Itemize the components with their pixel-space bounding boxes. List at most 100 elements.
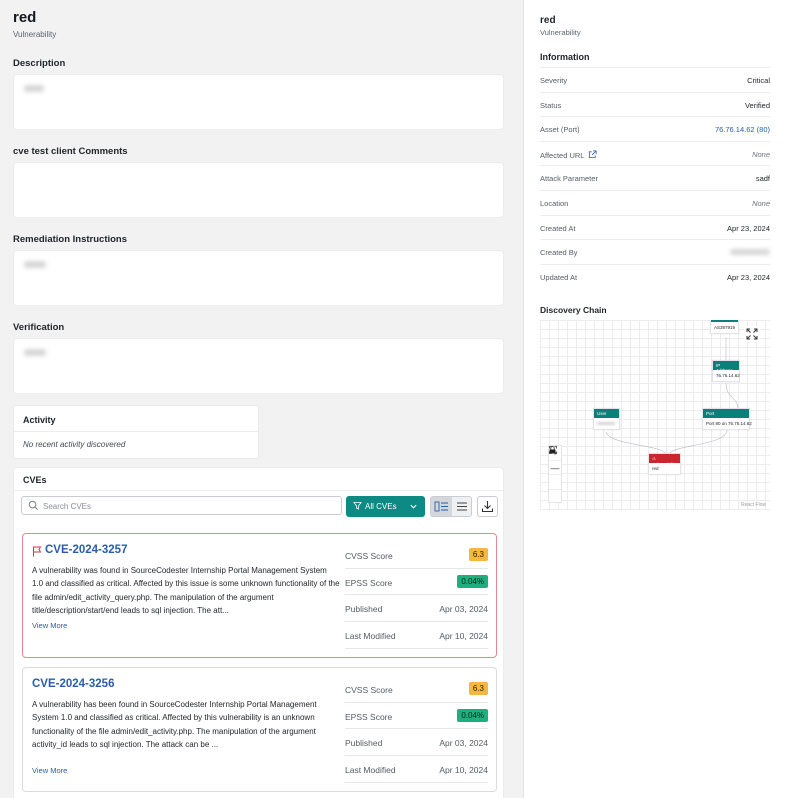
- main-panel: red Vulnerability Description cve test c…: [0, 0, 520, 798]
- cvss-badge: 6.3: [468, 548, 488, 561]
- lock-icon: [549, 446, 556, 454]
- info-label: Severity: [540, 76, 568, 85]
- info-row-created-at: Created At Apr 23, 2024: [540, 214, 770, 240]
- info-row-asset: Asset (Port) 76.76.14.62 (80): [540, 116, 770, 141]
- fullscreen-button[interactable]: [744, 326, 760, 342]
- fit-view-button[interactable]: [549, 446, 561, 490]
- filter-label: All CVEs: [365, 502, 397, 511]
- sidebar-title: red: [540, 15, 556, 26]
- location-value: None: [752, 198, 770, 208]
- remediation-label: Remediation Instructions: [13, 234, 128, 245]
- epss-label: EPSS Score: [345, 577, 393, 588]
- info-label: Affected URL: [540, 150, 597, 160]
- info-row-location: Location None: [540, 189, 770, 215]
- react-flow-attribution[interactable]: React Flow: [741, 502, 766, 508]
- asn-node-value: AS397919: [714, 325, 736, 330]
- external-link-icon[interactable]: [588, 150, 597, 159]
- zoom-out-button[interactable]: —: [549, 461, 561, 475]
- affected-url-label: Affected URL: [540, 150, 585, 160]
- affected-url-value: None: [752, 149, 770, 159]
- info-label: Location: [540, 198, 569, 208]
- cve-card[interactable]: CVE-2024-3257 A vulnerability was found …: [22, 533, 497, 658]
- activity-title: Activity: [23, 415, 56, 425]
- page-title: red: [13, 9, 37, 26]
- user-node[interactable]: User: [593, 408, 620, 430]
- created-at-value: Apr 23, 2024: [727, 223, 770, 233]
- card-view-icon: [434, 501, 448, 512]
- view-more-link[interactable]: View More: [32, 621, 67, 630]
- details-sidebar: red Vulnerability Information Severity C…: [523, 0, 788, 798]
- user-node-value: [594, 418, 619, 429]
- divider: [14, 490, 503, 491]
- info-label: Created At: [540, 223, 576, 233]
- card-view-button[interactable]: [431, 497, 452, 516]
- search-placeholder: Search CVEs: [43, 502, 92, 511]
- view-more-link[interactable]: View More: [32, 766, 67, 775]
- flag-icon[interactable]: [32, 546, 42, 557]
- cves-panel: CVEs Search CVEs All CVEs CVE-2024-3257 …: [13, 467, 504, 798]
- edge: [725, 382, 739, 409]
- info-row-affected-url: Affected URL None: [540, 140, 770, 166]
- graph-controls: + —: [548, 445, 562, 503]
- comments-label: cve test client Comments: [13, 146, 128, 157]
- list-view-button[interactable]: [452, 497, 471, 516]
- lock-button[interactable]: [549, 446, 561, 505]
- published-label: Published: [345, 738, 383, 749]
- comments-box[interactable]: [13, 162, 504, 218]
- information-table: Severity Critical Status Verified Asset …: [540, 67, 770, 288]
- info-row-attack-parameter: Attack Parameter sadf: [540, 165, 770, 190]
- redacted-text: [24, 85, 44, 92]
- divider: [14, 431, 258, 432]
- modified-label: Last Modified: [345, 765, 396, 776]
- vulnerability-node[interactable]: ⚠ Vulnerability red: [648, 453, 681, 475]
- search-icon: [28, 500, 38, 510]
- cve-description: A vulnerability was found in SourceCodes…: [32, 566, 340, 615]
- description-box[interactable]: [13, 74, 504, 130]
- search-input[interactable]: Search CVEs: [21, 496, 342, 515]
- chevron-down-icon: [410, 504, 417, 509]
- discovery-chain-heading: Discovery Chain: [540, 305, 607, 315]
- asset-link[interactable]: 76.76.14.62 (80): [715, 125, 770, 134]
- ip-node[interactable]: IP Address 76.76.14.62: [712, 360, 740, 382]
- info-label: Asset (Port): [540, 125, 580, 135]
- info-label: Status: [540, 100, 562, 110]
- asn-node[interactable]: AS397919: [710, 320, 739, 334]
- cve-id-link[interactable]: CVE-2024-3256: [32, 678, 114, 690]
- remediation-box[interactable]: [13, 250, 504, 306]
- verification-box[interactable]: [13, 338, 504, 394]
- epss-badge: 0.04%: [457, 708, 488, 722]
- activity-empty-text: No recent activity discovered: [23, 440, 126, 449]
- created-by-redacted: [730, 249, 770, 256]
- verification-label: Verification: [13, 322, 65, 333]
- attack-parameter-value: sadf: [755, 174, 770, 184]
- list-view-icon: [457, 502, 467, 511]
- discovery-chain-graph[interactable]: AS397919 IP Address 76.76.14.62 User Por…: [540, 320, 770, 510]
- epss-label: EPSS Score: [345, 711, 393, 722]
- info-row-updated-at: Updated At Apr 23, 2024: [540, 263, 770, 289]
- info-label: Attack Parameter: [540, 174, 598, 184]
- cve-card[interactable]: CVE-2024-3256 A vulnerability has been f…: [22, 667, 497, 792]
- cvss-label: CVSS Score: [345, 685, 393, 695]
- view-toggle: [430, 496, 472, 517]
- epss-badge: 0.04%: [457, 574, 488, 588]
- redacted-text: [24, 261, 46, 268]
- download-button[interactable]: [477, 496, 498, 517]
- port-node-header: Port: [703, 409, 749, 418]
- expand-icon: [746, 328, 758, 340]
- edge: [605, 431, 666, 454]
- published-value: Apr 03, 2024: [439, 604, 488, 615]
- redacted-text: [24, 349, 46, 356]
- cve-id-link[interactable]: CVE-2024-3257: [45, 544, 127, 556]
- modified-value: Apr 10, 2024: [439, 765, 488, 776]
- modified-value: Apr 10, 2024: [439, 631, 488, 642]
- information-heading: Information: [540, 52, 590, 62]
- activity-panel: Activity No recent activity discovered: [13, 405, 259, 459]
- port-node-value: Port 80 on 76.76.14.62: [706, 421, 752, 426]
- filter-dropdown-button[interactable]: All CVEs: [346, 496, 425, 517]
- description-label: Description: [13, 58, 66, 69]
- cve-description: A vulnerability has been found in Source…: [32, 700, 317, 749]
- port-node[interactable]: Port Port 80 on 76.76.14.62: [702, 408, 752, 430]
- edge: [669, 429, 728, 454]
- cves-title: CVEs: [23, 475, 47, 485]
- cve-metrics: CVSS Score 6.3 EPSS Score 0.04% Published A…: [345, 542, 488, 649]
